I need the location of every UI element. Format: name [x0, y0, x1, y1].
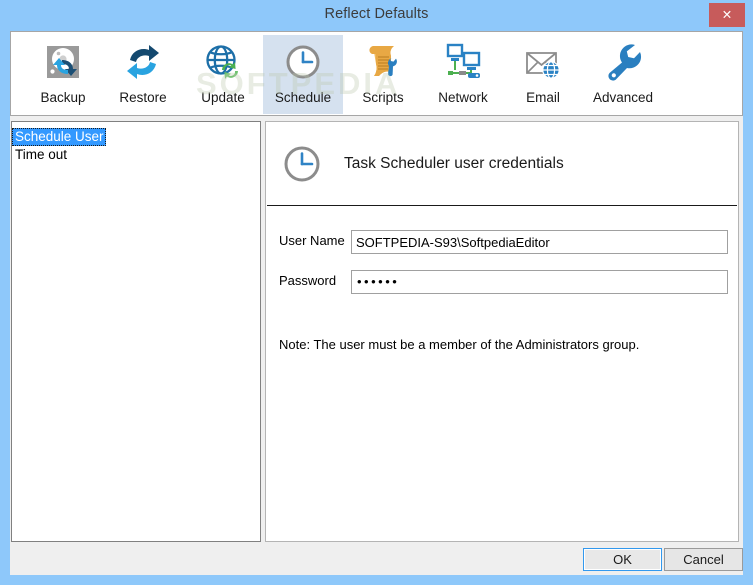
toolbar-item-label: Network [438, 90, 488, 105]
scroll-wrench-icon [343, 37, 423, 89]
header-divider [267, 205, 737, 206]
password-label: Password [279, 273, 337, 288]
list-item: Schedule User [12, 128, 260, 146]
toolbar-item-label: Backup [40, 90, 86, 105]
toolbar-item-backup[interactable]: Backup [23, 35, 103, 114]
admin-group-note: Note: The user must be a member of the A… [279, 337, 640, 352]
hard-disk-backup-icon [23, 37, 103, 89]
form-row-password: Password •••••• [266, 270, 738, 294]
toolbar-item-restore[interactable]: Restore [103, 35, 183, 114]
settings-category-list[interactable]: Schedule User Time out [11, 121, 261, 542]
sidebar-item-schedule-user[interactable]: Schedule User [12, 128, 106, 146]
title-bar: Reflect Defaults ✕ [0, 0, 753, 31]
toolbar-item-label: Email [526, 90, 560, 105]
password-input[interactable]: •••••• [351, 270, 728, 294]
toolbar-item-label: Update [201, 90, 245, 105]
restore-arrows-icon [103, 37, 183, 89]
network-computers-icon [423, 37, 503, 89]
globe-refresh-icon [183, 37, 263, 89]
cancel-button[interactable]: Cancel [664, 548, 743, 571]
clock-icon [263, 37, 343, 89]
close-icon[interactable]: ✕ [709, 3, 745, 27]
toolbar: Backup Restore Update Schedule Scripts N… [10, 31, 743, 116]
page-title: Task Scheduler user credentials [344, 154, 564, 172]
wrench-icon [583, 37, 663, 89]
toolbar-item-schedule[interactable]: Schedule [263, 35, 343, 114]
window-title: Reflect Defaults [324, 6, 429, 22]
clock-icon [278, 140, 326, 188]
panel-header: Task Scheduler user credentials [266, 122, 738, 205]
sidebar-item-time-out[interactable]: Time out [12, 146, 69, 164]
envelope-globe-icon [503, 37, 583, 89]
username-input[interactable] [351, 230, 728, 254]
dialog-window: Reflect Defaults ✕ Backup Restore Update… [0, 0, 753, 585]
toolbar-item-advanced[interactable]: Advanced [583, 35, 663, 114]
toolbar-item-email[interactable]: Email [503, 35, 583, 114]
username-label: User Name [279, 233, 345, 248]
ok-button[interactable]: OK [583, 548, 662, 571]
toolbar-item-update[interactable]: Update [183, 35, 263, 114]
toolbar-item-network[interactable]: Network [423, 35, 503, 114]
content-panel: Task Scheduler user credentials User Nam… [265, 121, 739, 542]
toolbar-item-label: Scripts [362, 90, 404, 105]
toolbar-item-scripts[interactable]: Scripts [343, 35, 423, 114]
form-row-username: User Name [266, 230, 738, 254]
list-item: Time out [12, 146, 260, 164]
toolbar-item-label: Schedule [274, 90, 332, 105]
toolbar-item-label: Advanced [592, 90, 654, 105]
toolbar-item-label: Restore [119, 90, 167, 105]
